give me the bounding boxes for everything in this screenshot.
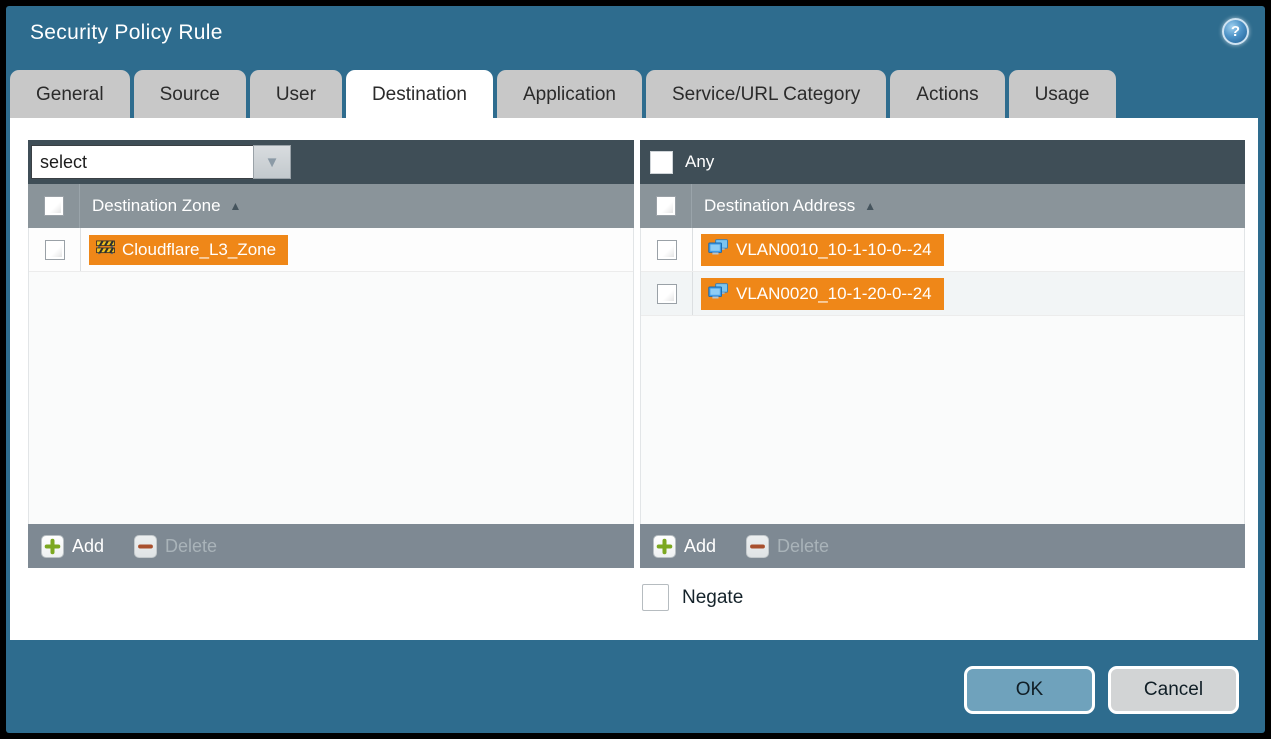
address-object-link[interactable]: VLAN0020_10-1-20-0--24 xyxy=(701,278,944,310)
sort-ascending-icon[interactable]: ▲ xyxy=(230,199,242,213)
address-rows: VLAN0010_10-1-10-0--24 xyxy=(640,228,1245,524)
table-row[interactable]: VLAN0020_10-1-20-0--24 xyxy=(641,272,1244,316)
zone-filter-combo: ▼ xyxy=(31,145,291,179)
zone-toolbar: ▼ xyxy=(28,140,634,184)
row-checkbox[interactable] xyxy=(657,284,677,304)
destination-zone-panel: ▼ Destination Zone ▲ xyxy=(28,140,634,568)
delete-button[interactable]: Delete xyxy=(746,535,829,558)
tab-usage[interactable]: Usage xyxy=(1009,70,1116,118)
address-toolbar: Any xyxy=(640,140,1245,184)
delete-button[interactable]: Delete xyxy=(134,535,217,558)
delete-button-label: Delete xyxy=(165,536,217,557)
tab-general[interactable]: General xyxy=(10,70,130,118)
add-icon xyxy=(653,535,676,558)
help-icon[interactable]: ? xyxy=(1222,18,1249,45)
delete-icon xyxy=(746,535,769,558)
address-column-header: Destination Address ▲ xyxy=(640,184,1245,228)
destination-address-panel: Any Destination Address ▲ xyxy=(640,140,1245,568)
row-checkbox[interactable] xyxy=(45,240,65,260)
add-button-label: Add xyxy=(684,536,716,557)
address-object-label: VLAN0020_10-1-20-0--24 xyxy=(736,284,932,304)
zone-object-label: Cloudflare_L3_Zone xyxy=(122,240,276,260)
network-address-icon xyxy=(708,239,729,261)
ok-button[interactable]: OK xyxy=(964,666,1095,714)
address-select-all-cell xyxy=(640,184,692,228)
any-checkbox[interactable] xyxy=(650,151,673,174)
add-button-label: Add xyxy=(72,536,104,557)
tab-actions[interactable]: Actions xyxy=(890,70,1004,118)
tab-source[interactable]: Source xyxy=(134,70,246,118)
tab-bar: General Source User Destination Applicat… xyxy=(10,70,1116,118)
zone-select-all-checkbox[interactable] xyxy=(44,196,64,216)
negate-option: Negate xyxy=(642,584,743,611)
add-button[interactable]: Add xyxy=(41,535,104,558)
row-checkbox-cell xyxy=(29,228,81,271)
delete-button-label: Delete xyxy=(777,536,829,557)
address-column-label: Destination Address ▲ xyxy=(704,196,876,216)
chevron-down-icon: ▼ xyxy=(265,155,280,170)
any-label: Any xyxy=(685,152,714,172)
table-row[interactable]: VLAN0010_10-1-10-0--24 xyxy=(641,228,1244,272)
security-policy-rule-dialog: Security Policy Rule ? General Source Us… xyxy=(6,6,1265,733)
destination-tab-content: ▼ Destination Zone ▲ xyxy=(10,118,1258,640)
address-object-link[interactable]: VLAN0010_10-1-10-0--24 xyxy=(701,234,944,266)
tab-user[interactable]: User xyxy=(250,70,342,118)
zone-filter-input[interactable] xyxy=(31,145,253,179)
delete-icon xyxy=(134,535,157,558)
row-checkbox[interactable] xyxy=(657,240,677,260)
row-checkbox-cell xyxy=(641,228,693,271)
address-select-all-checkbox[interactable] xyxy=(656,196,676,216)
tab-service-url-category[interactable]: Service/URL Category xyxy=(646,70,886,118)
address-column-title: Destination Address xyxy=(704,196,855,216)
address-footer: Add Delete xyxy=(640,524,1245,568)
add-icon xyxy=(41,535,64,558)
sort-ascending-icon[interactable]: ▲ xyxy=(864,199,876,213)
add-button[interactable]: Add xyxy=(653,535,716,558)
page-title: Security Policy Rule xyxy=(30,21,223,45)
zone-object-link[interactable]: Cloudflare_L3_Zone xyxy=(89,235,288,265)
tab-destination[interactable]: Destination xyxy=(346,70,493,118)
row-checkbox-cell xyxy=(641,272,693,315)
zone-column-title: Destination Zone xyxy=(92,196,221,216)
network-address-icon xyxy=(708,283,729,305)
zone-footer: Add Delete xyxy=(28,524,634,568)
zone-select-all-cell xyxy=(28,184,80,228)
address-object-label: VLAN0010_10-1-10-0--24 xyxy=(736,240,932,260)
zone-icon xyxy=(96,240,115,260)
cancel-button[interactable]: Cancel xyxy=(1108,666,1239,714)
table-row[interactable]: Cloudflare_L3_Zone xyxy=(29,228,633,272)
negate-checkbox[interactable] xyxy=(642,584,669,611)
zone-column-header: Destination Zone ▲ xyxy=(28,184,634,228)
zone-column-label: Destination Zone ▲ xyxy=(92,196,241,216)
tab-application[interactable]: Application xyxy=(497,70,642,118)
zone-rows: Cloudflare_L3_Zone xyxy=(28,228,634,524)
zone-filter-dropdown-button[interactable]: ▼ xyxy=(253,145,291,179)
negate-label: Negate xyxy=(682,587,743,609)
